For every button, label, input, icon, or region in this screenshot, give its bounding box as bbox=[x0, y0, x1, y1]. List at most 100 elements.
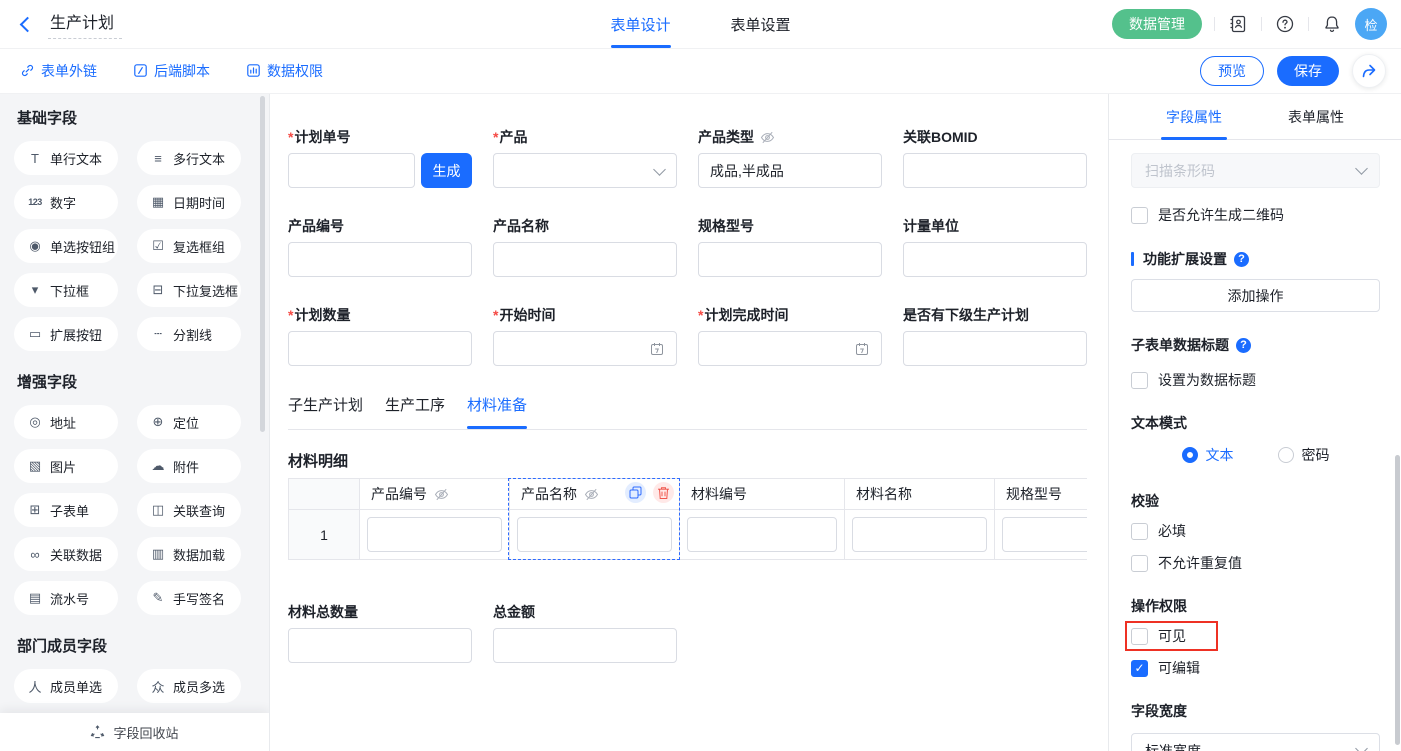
field-item-lookup[interactable]: ◫关联查询 bbox=[137, 493, 241, 527]
select-input[interactable] bbox=[493, 153, 677, 188]
save-button[interactable]: 保存 bbox=[1277, 56, 1339, 86]
generate-button[interactable]: 生成 bbox=[421, 153, 472, 188]
back-button[interactable] bbox=[18, 15, 37, 34]
field-item-member-multi[interactable]: 众成员多选 bbox=[137, 669, 241, 703]
add-action-button[interactable]: 添加操作 bbox=[1131, 279, 1380, 312]
checkbox-checked[interactable]: ✓ bbox=[1131, 660, 1148, 677]
permission-checkbox-2[interactable]: ✓可编辑 bbox=[1131, 658, 1380, 678]
subform-title: 材料明细 bbox=[288, 452, 1108, 472]
text-input[interactable] bbox=[493, 242, 677, 277]
text-input[interactable] bbox=[288, 153, 415, 188]
checkbox[interactable] bbox=[1131, 523, 1148, 540]
field-item-datetime[interactable]: ▦日期时间 bbox=[137, 185, 241, 219]
subform-tab-2[interactable]: 生产工序 bbox=[385, 396, 445, 429]
cell-input[interactable] bbox=[1002, 517, 1087, 552]
field-item-select[interactable]: ▾下拉框 bbox=[14, 273, 118, 307]
cell-input[interactable] bbox=[852, 517, 987, 552]
form-field: *开始时间 bbox=[493, 307, 677, 366]
field-item-member-single[interactable]: 人成员单选 bbox=[14, 669, 118, 703]
validation-checkbox-1[interactable]: 必填 bbox=[1131, 521, 1380, 541]
text-input[interactable] bbox=[493, 628, 677, 663]
field-item-divider[interactable]: ┄分割线 bbox=[137, 317, 241, 351]
text-input[interactable] bbox=[288, 628, 472, 663]
avatar[interactable]: 检 bbox=[1355, 8, 1387, 40]
field-item-location[interactable]: ⊕定位 bbox=[137, 405, 241, 439]
checkbox[interactable] bbox=[1131, 555, 1148, 572]
checkbox[interactable] bbox=[1131, 372, 1148, 389]
column-header[interactable]: 规格型号 bbox=[995, 479, 1087, 510]
text-mode-option-2[interactable]: 密码 bbox=[1278, 445, 1330, 465]
toolbar-link-data-permission[interactable]: 数据权限 bbox=[246, 61, 323, 81]
text-input[interactable] bbox=[288, 242, 472, 277]
field-width-select[interactable]: 标准宽度 bbox=[1131, 733, 1380, 751]
checkbox[interactable] bbox=[1131, 628, 1148, 645]
column-header[interactable]: 材料编号 bbox=[680, 479, 844, 510]
permission-checkbox-1[interactable]: 可见 bbox=[1131, 626, 1380, 646]
checkbox-label: 可见 bbox=[1158, 626, 1186, 646]
field-item-attachment[interactable]: ☁附件 bbox=[137, 449, 241, 483]
field-item-multi-select[interactable]: ⊟下拉复选框 bbox=[137, 273, 241, 307]
text-input[interactable] bbox=[903, 331, 1087, 366]
qr-code-checkbox[interactable]: 是否允许生成二维码 bbox=[1131, 205, 1380, 225]
delete-column-button[interactable] bbox=[653, 482, 674, 503]
row-number-cell: 1 bbox=[289, 510, 359, 559]
text-input[interactable] bbox=[698, 242, 882, 277]
help-icon[interactable]: ? bbox=[1236, 338, 1251, 353]
field-item-radio-group[interactable]: ◉单选按钮组 bbox=[14, 229, 118, 263]
help-icon[interactable] bbox=[1274, 13, 1296, 35]
panel-scrollbar[interactable] bbox=[1395, 455, 1400, 745]
field-item-address[interactable]: ◎地址 bbox=[14, 405, 118, 439]
field-item-data-load[interactable]: ▥数据加载 bbox=[137, 537, 241, 571]
validation-checkbox-2[interactable]: 不允许重复值 bbox=[1131, 553, 1380, 573]
column-header[interactable]: 产品编号 bbox=[360, 479, 509, 510]
header-tab-2[interactable]: 表单设置 bbox=[731, 0, 791, 48]
field-recycle-bin[interactable]: 字段回收站 bbox=[0, 713, 269, 751]
contacts-icon[interactable] bbox=[1227, 13, 1249, 35]
toolbar-right: 预览 保存 bbox=[1200, 54, 1386, 88]
subform-tab-3[interactable]: 材料准备 bbox=[467, 396, 527, 429]
date-input[interactable] bbox=[698, 331, 882, 366]
toolbar-link-external-link[interactable]: 表单外链 bbox=[20, 61, 97, 81]
field-item-checkbox-group[interactable]: ☑复选框组 bbox=[137, 229, 241, 263]
text-input[interactable] bbox=[903, 242, 1087, 277]
set-data-title-checkbox[interactable]: 设置为数据标题 bbox=[1131, 370, 1380, 390]
help-icon[interactable]: ? bbox=[1234, 252, 1249, 267]
sidebar-scrollbar[interactable] bbox=[260, 96, 265, 432]
radio-selected[interactable] bbox=[1182, 447, 1198, 463]
field-item-number[interactable]: 123数字 bbox=[14, 185, 118, 219]
cell-input[interactable] bbox=[367, 517, 502, 552]
date-input[interactable] bbox=[493, 331, 677, 366]
toolbar-link-label: 数据权限 bbox=[267, 61, 323, 81]
field-label: *开始时间 bbox=[493, 307, 677, 323]
text-mode-option-1[interactable]: 文本 bbox=[1182, 445, 1234, 465]
text-input[interactable] bbox=[288, 331, 472, 366]
barcode-select[interactable]: 扫描条形码 bbox=[1131, 153, 1380, 188]
panel-tab-2[interactable]: 表单属性 bbox=[1283, 94, 1349, 139]
field-item-serial[interactable]: ▤流水号 bbox=[14, 581, 118, 615]
field-item-multi-line-text[interactable]: ≡多行文本 bbox=[137, 141, 241, 175]
data-manage-button[interactable]: 数据管理 bbox=[1112, 9, 1202, 39]
text-input[interactable] bbox=[903, 153, 1087, 188]
cell-input[interactable] bbox=[687, 517, 837, 552]
copy-column-button[interactable] bbox=[625, 482, 646, 503]
text-input[interactable]: 成品,半成品 bbox=[698, 153, 882, 188]
header-tab-1[interactable]: 表单设计 bbox=[610, 0, 670, 48]
field-item-image[interactable]: ▧图片 bbox=[14, 449, 118, 483]
field-item-subform[interactable]: ⊞子表单 bbox=[14, 493, 118, 527]
share-button[interactable] bbox=[1352, 54, 1386, 88]
field-item-extend-button[interactable]: ▭扩展按钮 bbox=[14, 317, 118, 351]
toolbar-link-backend-script[interactable]: 后端脚本 bbox=[133, 61, 210, 81]
checkbox-label: 是否允许生成二维码 bbox=[1158, 205, 1284, 225]
radio[interactable] bbox=[1278, 447, 1294, 463]
field-item-single-line-text[interactable]: T单行文本 bbox=[14, 141, 118, 175]
field-item-signature[interactable]: ✎手写签名 bbox=[137, 581, 241, 615]
field-item-link-data[interactable]: ∞关联数据 bbox=[14, 537, 118, 571]
panel-tab-1[interactable]: 字段属性 bbox=[1161, 94, 1227, 139]
checkbox[interactable] bbox=[1131, 207, 1148, 224]
preview-button[interactable]: 预览 bbox=[1200, 56, 1264, 86]
cell-input[interactable] bbox=[517, 517, 672, 552]
page-title[interactable]: 生产计划 bbox=[48, 9, 122, 39]
bell-icon[interactable] bbox=[1321, 13, 1343, 35]
subform-tab-1[interactable]: 子生产计划 bbox=[288, 396, 363, 429]
column-header[interactable]: 材料名称 bbox=[845, 479, 994, 510]
